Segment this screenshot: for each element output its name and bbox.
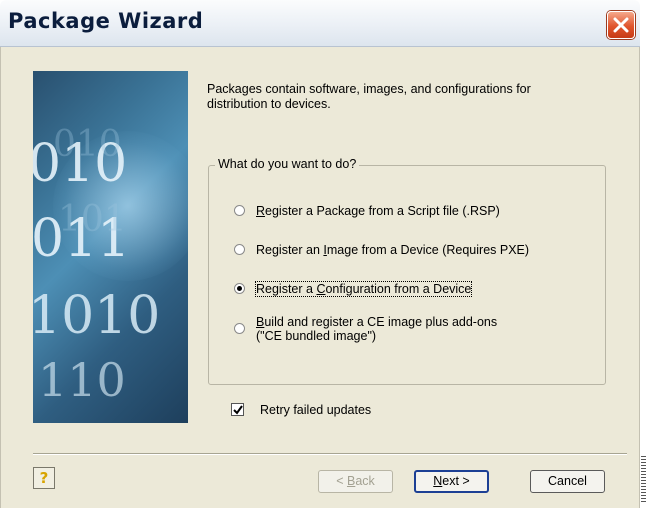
svg-text:010: 010 — [53, 124, 122, 165]
binary-digits-graphic: 010 011 1010 110 010 101 — [33, 124, 160, 407]
right-margin — [640, 0, 647, 510]
svg-text:110: 110 — [38, 353, 126, 407]
close-x-icon — [613, 17, 629, 33]
package-wizard-window: Package Wizard 010 011 1010 110 010 101 … — [0, 0, 640, 508]
dialog-body: 010 011 1010 110 010 101 Packages contai… — [0, 47, 640, 508]
title-bar: Package Wizard — [0, 0, 640, 47]
wizard-side-image: 010 011 1010 110 010 101 — [33, 71, 188, 423]
groupbox-legend: What do you want to do? — [215, 157, 360, 171]
edge-marker — [641, 456, 646, 502]
svg-text:101: 101 — [58, 199, 127, 240]
radio-button-selected[interactable] — [234, 283, 245, 294]
svg-text:1010: 1010 — [33, 286, 160, 346]
window-title: Package Wizard — [8, 9, 204, 33]
radio-button[interactable] — [234, 323, 245, 334]
retry-label: Retry failed updates — [260, 403, 372, 417]
radio-button[interactable] — [234, 205, 245, 216]
option-label: Build and register a CE image plus add-o… — [256, 315, 498, 343]
intro-text: Packages contain software, images, and c… — [207, 82, 531, 111]
separator — [33, 453, 627, 455]
help-question-icon: ? — [39, 469, 49, 487]
radio-button[interactable] — [234, 244, 245, 255]
next-button[interactable]: Next > — [414, 470, 489, 493]
back-button[interactable]: < Back — [318, 470, 393, 493]
retry-checkbox[interactable] — [231, 403, 244, 416]
checkmark-icon — [233, 405, 243, 415]
cancel-button[interactable]: Cancel — [530, 470, 605, 493]
option-label: Register a Package from a Script file (.… — [256, 204, 500, 218]
close-button[interactable] — [607, 11, 635, 39]
action-groupbox: What do you want to do? Register a Packa… — [208, 157, 606, 385]
option-label: Register an Image from a Device (Require… — [256, 243, 530, 257]
option-label: Register a Configuration from a Device — [254, 281, 473, 297]
help-button[interactable]: ? — [33, 467, 55, 489]
